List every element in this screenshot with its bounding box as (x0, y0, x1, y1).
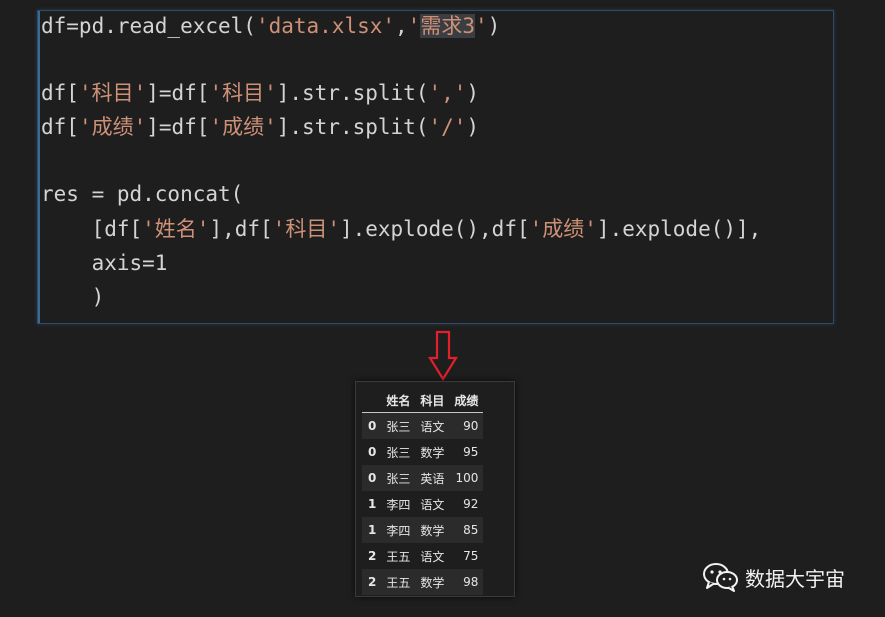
code-token: res = pd.concat( (41, 182, 244, 206)
code-string: '成绩' (78, 115, 147, 139)
code-string: 'data.xlsx' (255, 14, 396, 38)
code-token: df=pd.read_excel( (41, 14, 256, 38)
code-string: '科目' (78, 81, 147, 105)
column-header: 成绩 (449, 388, 484, 413)
row-index: 2 (362, 569, 382, 595)
table-cell: 英语 (415, 465, 450, 491)
dataframe-output: 姓名 科目 成绩 0 张三 语文 90 0 张三 数学 95 0 张三 英语 1… (355, 381, 515, 597)
table-cell: 李四 (381, 517, 416, 543)
code-string: '成绩' (529, 217, 597, 241)
code-token: ]=df[ (146, 115, 210, 139)
table-cell: 数学 (415, 439, 450, 465)
code-string: '科目' (272, 217, 340, 241)
code-token: [df[ (41, 217, 143, 241)
code-token: df[ (41, 81, 79, 105)
table-row: 0 张三 英语 100 (362, 465, 484, 491)
code-line-7: [df['姓名'],df['科目'].explode(),df['成绩'].ex… (41, 214, 762, 244)
table-header-row: 姓名 科目 成绩 (362, 388, 484, 413)
cell-focus-bar (38, 11, 40, 323)
table-cell: 语文 (415, 412, 450, 439)
table-cell: 90 (449, 412, 484, 439)
code-token: ].explode(),df[ (339, 217, 530, 241)
code-token: ].explode()], (596, 217, 762, 241)
down-arrow-icon (428, 330, 458, 382)
code-cell[interactable]: df=pd.read_excel('data.xlsx','需求3') df['… (37, 10, 834, 324)
row-index: 0 (362, 465, 382, 491)
row-index: 0 (362, 412, 382, 439)
dataframe-table: 姓名 科目 成绩 0 张三 语文 90 0 张三 数学 95 0 张三 英语 1… (362, 388, 484, 595)
code-token: ) (41, 285, 105, 309)
table-cell: 语文 (415, 543, 450, 569)
code-string: '成绩' (209, 115, 277, 139)
code-line-6: res = pd.concat( (41, 179, 243, 209)
code-token: ],df[ (209, 217, 273, 241)
index-header (362, 388, 382, 413)
table-cell: 85 (449, 517, 484, 543)
table-cell: 100 (449, 465, 484, 491)
row-index: 1 (362, 517, 382, 543)
code-string: ' (407, 14, 421, 38)
code-string-selected: 需求3 (420, 14, 475, 38)
table-cell: 王五 (381, 569, 416, 595)
row-index: 2 (362, 543, 382, 569)
table-row: 1 李四 语文 92 (362, 491, 484, 517)
code-line-4: df['成绩']=df['成绩'].str.split('/') (41, 112, 479, 142)
table-cell: 张三 (381, 439, 416, 465)
table-cell: 数学 (415, 517, 450, 543)
wechat-icon (703, 563, 738, 592)
table-cell: 数学 (415, 569, 450, 595)
code-token: ].str.split( (276, 115, 429, 139)
code-token: ) (466, 115, 480, 139)
table-row: 2 王五 语文 75 (362, 543, 484, 569)
code-line-3: df['科目']=df['科目'].str.split(',') (41, 78, 479, 108)
column-header: 科目 (415, 388, 450, 413)
code-token: df[ (41, 115, 79, 139)
table-cell: 92 (449, 491, 484, 517)
table-row: 1 李四 数学 85 (362, 517, 484, 543)
row-index: 0 (362, 439, 382, 465)
table-cell: 张三 (381, 465, 416, 491)
code-string: '科目' (209, 81, 277, 105)
row-index: 1 (362, 491, 382, 517)
column-header: 姓名 (381, 388, 416, 413)
watermark-text: 数据大宇宙 (745, 566, 845, 591)
code-token: , (395, 14, 408, 38)
code-token: ) (466, 81, 480, 105)
code-string: ',' (428, 81, 467, 105)
table-cell: 语文 (415, 491, 450, 517)
code-token: ]=df[ (146, 81, 210, 105)
watermark: 数据大宇宙 (703, 559, 845, 595)
code-string: ' (474, 14, 488, 38)
table-row: 2 王五 数学 98 (362, 569, 484, 595)
code-string: '姓名' (142, 217, 210, 241)
table-cell: 张三 (381, 412, 416, 439)
code-token: axis=1 (41, 251, 168, 275)
table-cell: 75 (449, 543, 484, 569)
table-cell: 98 (449, 569, 484, 595)
code-string: '/' (428, 115, 467, 139)
table-cell: 95 (449, 439, 484, 465)
code-line-9: ) (41, 282, 105, 312)
code-token: ].str.split( (276, 81, 429, 105)
table-cell: 李四 (381, 491, 416, 517)
table-row: 0 张三 数学 95 (362, 439, 484, 465)
table-row: 0 张三 语文 90 (362, 412, 484, 439)
code-line-1: df=pd.read_excel('data.xlsx','需求3') (41, 11, 500, 41)
code-line-8: axis=1 (41, 248, 168, 278)
code-token: ) (487, 14, 501, 38)
table-cell: 王五 (381, 543, 416, 569)
